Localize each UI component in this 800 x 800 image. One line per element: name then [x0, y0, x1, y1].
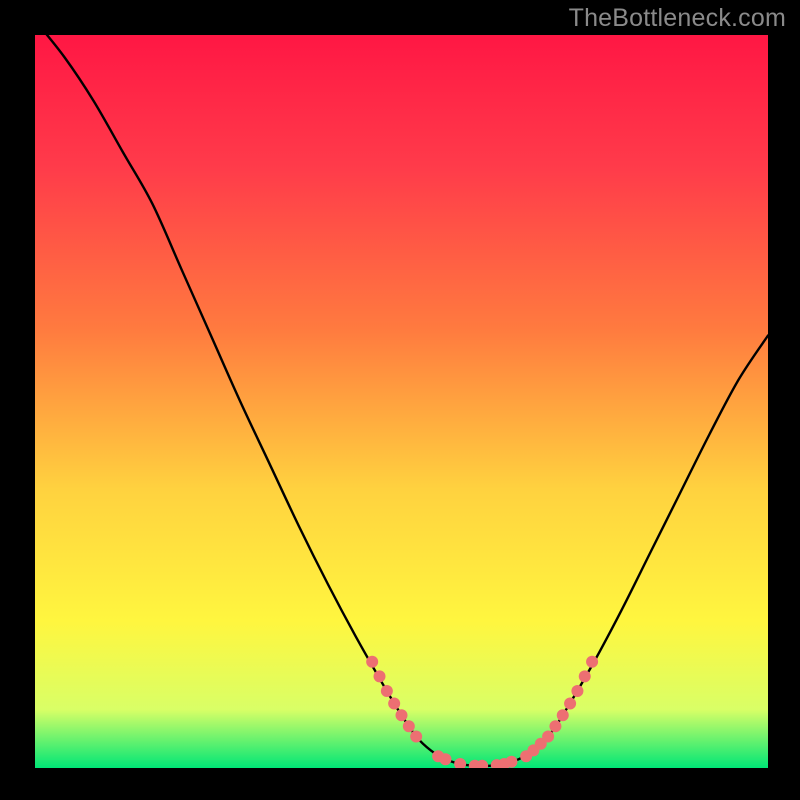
data-point-marker	[564, 698, 576, 710]
watermark-label: TheBottleneck.com	[569, 4, 786, 33]
gradient-background	[35, 35, 768, 768]
data-point-marker	[366, 656, 378, 668]
data-point-marker	[505, 756, 517, 768]
data-point-marker	[388, 698, 400, 710]
data-point-marker	[396, 709, 408, 721]
data-point-marker	[557, 709, 569, 721]
chart-plot-area	[35, 35, 768, 768]
data-point-marker	[439, 753, 451, 765]
data-point-marker	[410, 730, 422, 742]
data-point-marker	[403, 720, 415, 732]
data-point-marker	[542, 730, 554, 742]
chart-svg	[35, 35, 768, 768]
data-point-marker	[381, 685, 393, 697]
data-point-marker	[571, 685, 583, 697]
data-point-marker	[579, 670, 591, 682]
data-point-marker	[374, 670, 386, 682]
data-point-marker	[586, 656, 598, 668]
data-point-marker	[549, 720, 561, 732]
